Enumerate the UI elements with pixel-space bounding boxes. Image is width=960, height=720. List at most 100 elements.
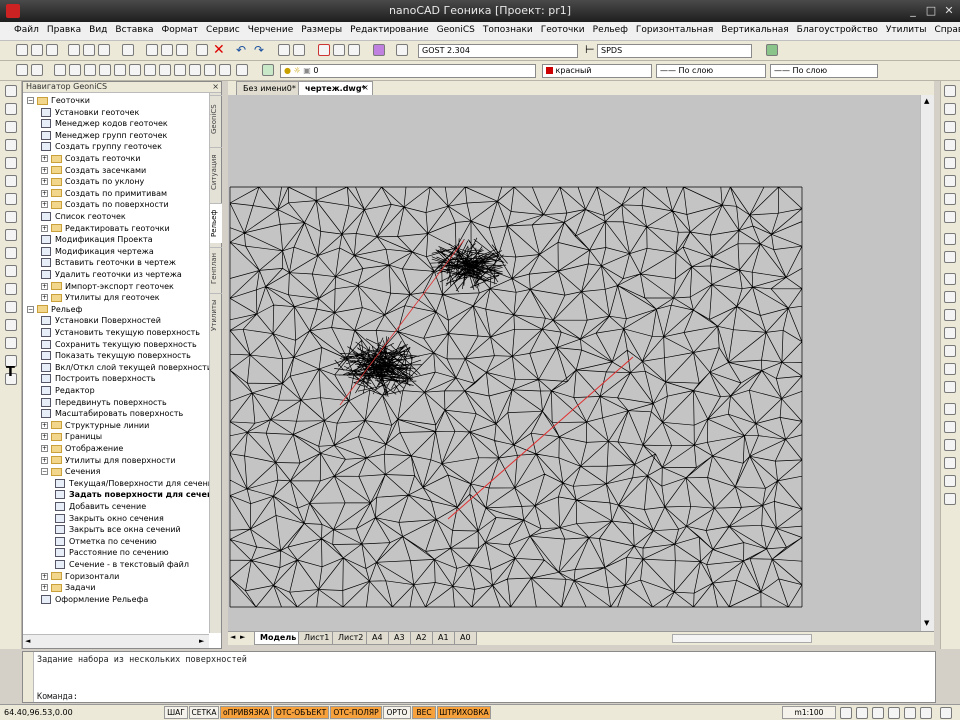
otrack-polar-toggle[interactable]: ОТС-ПОЛЯР <box>330 706 382 719</box>
text-style-select[interactable]: GOST 2.304 <box>418 44 578 58</box>
print-icon[interactable] <box>68 44 80 56</box>
tree-item[interactable]: Модификация чертежа <box>41 246 154 258</box>
tree-folder[interactable]: + Создать геоточки <box>41 153 140 165</box>
tree-item[interactable]: Масштабировать поверхность <box>41 408 183 420</box>
tolerance-icon[interactable] <box>189 64 201 76</box>
dim-text-edit-icon[interactable] <box>219 64 231 76</box>
dim-radius-icon[interactable] <box>99 64 111 76</box>
tab-unnamed[interactable]: Без имени0* <box>236 81 303 95</box>
erase-icon[interactable]: ✕ <box>213 42 225 58</box>
line-icon[interactable] <box>5 85 17 97</box>
tree-folder[interactable]: + Задачи <box>41 582 95 594</box>
status-icon-4[interactable] <box>888 707 900 719</box>
explode-icon[interactable] <box>944 381 956 393</box>
close-icon[interactable]: × <box>212 82 219 91</box>
collapse-icon[interactable]: − <box>41 468 48 476</box>
status-icon-1[interactable] <box>840 707 852 719</box>
tree-folder[interactable]: + Утилиты для геоточек <box>41 292 160 304</box>
zoom-extents-icon[interactable] <box>348 44 360 56</box>
menu-geopoints[interactable]: Геоточки <box>537 22 589 41</box>
tree-folder[interactable]: + Горизонтали <box>41 571 119 583</box>
tab-a2[interactable]: A2 <box>410 632 433 645</box>
trim-icon[interactable] <box>944 273 956 285</box>
tab-utilities[interactable]: Утилиты <box>210 293 222 337</box>
tree-folder[interactable]: − Геоточки <box>27 95 90 107</box>
tree-item[interactable]: Задать поверхности для сечения <box>55 489 209 501</box>
expand-icon[interactable]: + <box>41 584 48 592</box>
layer-previous-icon[interactable] <box>262 64 274 76</box>
tree-item[interactable]: Список геоточек <box>41 211 126 223</box>
tree-folder[interactable]: + Создать по уклону <box>41 176 144 188</box>
revision-cloud-icon[interactable] <box>5 211 17 223</box>
group-icon[interactable] <box>944 403 956 415</box>
tab-a0[interactable]: A0 <box>454 632 477 645</box>
tab-sheet2[interactable]: Лист2 <box>332 632 370 645</box>
array-icon[interactable] <box>944 175 956 187</box>
tree-folder[interactable]: + Утилиты для поверхности <box>41 455 176 467</box>
publish-icon[interactable] <box>98 44 110 56</box>
construction-line-icon[interactable] <box>5 121 17 133</box>
ungroup-icon[interactable] <box>944 439 956 451</box>
eraser-tool-icon[interactable] <box>373 44 385 56</box>
scroll-right-icon[interactable]: ► <box>199 637 204 645</box>
layer-manager-icon[interactable] <box>16 64 28 76</box>
otrack-object-toggle[interactable]: ОТС-ОБЪЕКТ <box>273 706 329 719</box>
status-icon-7[interactable] <box>940 707 952 719</box>
tree-item[interactable]: Передвинуть поверхность <box>41 397 167 409</box>
extend-icon[interactable] <box>944 291 956 303</box>
undo-icon[interactable]: ↶ <box>236 43 246 57</box>
tab-scroll-right-icon[interactable]: ► <box>240 633 245 641</box>
menu-help[interactable]: Справка <box>930 22 960 41</box>
menu-service[interactable]: Сервис <box>202 22 244 41</box>
tab-relief[interactable]: Рельеф <box>210 203 222 243</box>
cut-icon[interactable] <box>146 44 158 56</box>
tree-item[interactable]: Закрыть окно сечения <box>55 513 164 525</box>
copy-tool-icon[interactable] <box>944 121 956 133</box>
tree-item[interactable]: Вставить геоточки в чертеж <box>41 257 176 269</box>
collapse-icon[interactable]: − <box>27 305 34 313</box>
zoom-realtime-icon[interactable] <box>293 44 305 56</box>
command-window-grip[interactable] <box>23 652 34 702</box>
expand-icon[interactable]: + <box>41 201 48 209</box>
expand-icon[interactable]: + <box>41 282 48 290</box>
menu-insert[interactable]: Вставка <box>111 22 157 41</box>
tree-folder[interactable]: + Отображение <box>41 443 123 455</box>
fillet-icon[interactable] <box>944 363 956 375</box>
lineweight-toggle[interactable]: ВЕС <box>412 706 436 719</box>
expand-icon[interactable]: + <box>41 433 48 441</box>
tree-item[interactable]: Редактор <box>41 385 95 397</box>
area-icon[interactable] <box>944 475 956 487</box>
menu-relief[interactable]: Рельеф <box>589 22 632 41</box>
redo-icon[interactable]: ↷ <box>254 43 264 57</box>
tree-item[interactable]: Добавить сечение <box>55 501 146 513</box>
hatch-toggle[interactable]: ШТРИХОВКА <box>437 706 491 719</box>
scale-icon[interactable] <box>944 233 956 245</box>
menu-edit[interactable]: Правка <box>43 22 85 41</box>
scroll-up-icon[interactable]: ▲ <box>924 97 929 105</box>
zoom-previous-icon[interactable] <box>333 44 345 56</box>
dim-angular-icon[interactable] <box>84 64 96 76</box>
expand-icon[interactable]: + <box>41 294 48 302</box>
arc-icon[interactable] <box>5 175 17 187</box>
menu-file[interactable]: Файл <box>0 22 43 41</box>
polygon-icon[interactable] <box>5 139 17 151</box>
tab-geonics[interactable]: GeoniCS <box>210 95 222 143</box>
tab-model[interactable]: Модель <box>254 632 303 645</box>
new-file-icon[interactable] <box>16 44 28 56</box>
tree-folder[interactable]: + Границы <box>41 431 102 443</box>
tab-situation[interactable]: Ситуация <box>210 147 222 197</box>
dim-update-icon[interactable] <box>236 64 248 76</box>
tree-item[interactable]: Установки Поверхностей <box>41 315 161 327</box>
pan-icon[interactable] <box>278 44 290 56</box>
tree-folder[interactable]: + Структурные линии <box>41 420 149 432</box>
menu-modify[interactable]: Редактирование <box>346 22 433 41</box>
tree-item[interactable]: Удалить геоточки из чертежа <box>41 269 182 281</box>
distance-icon[interactable] <box>944 493 956 505</box>
layer-state-icon[interactable] <box>31 64 43 76</box>
tree-item[interactable]: Менеджер групп геоточек <box>41 130 167 142</box>
spline-icon[interactable] <box>5 229 17 241</box>
dim-ordinate-icon[interactable] <box>144 64 156 76</box>
menu-utilities[interactable]: Утилиты <box>882 22 931 41</box>
tab-a4[interactable]: A4 <box>366 632 389 645</box>
leader-icon[interactable] <box>174 64 186 76</box>
